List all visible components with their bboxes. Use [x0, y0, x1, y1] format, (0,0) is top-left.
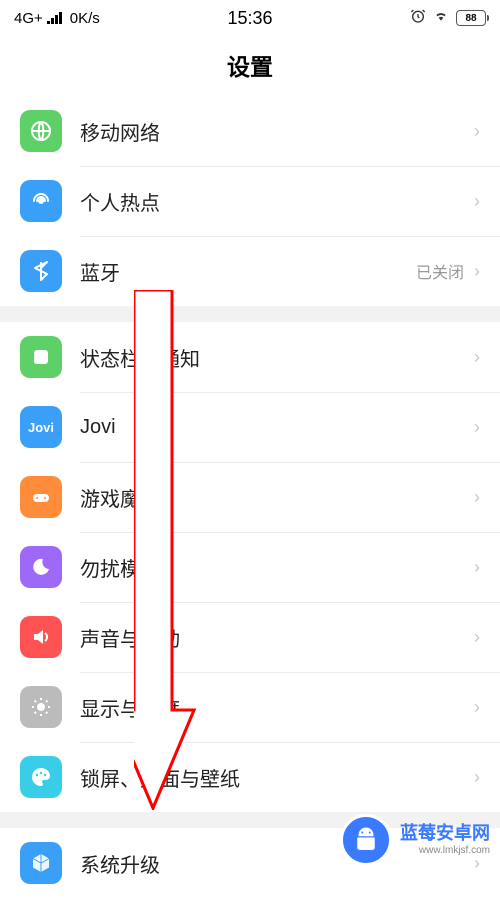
- item-label: 锁屏、桌面与壁纸: [80, 763, 474, 792]
- status-left: 4G+ 0K/s: [14, 10, 100, 27]
- game-box-item[interactable]: 游戏魔盒 ›: [0, 462, 500, 532]
- item-label: 个人热点: [80, 187, 474, 216]
- jovi-item[interactable]: Jovi Jovi ›: [0, 392, 500, 462]
- battery-icon: 88: [456, 10, 486, 26]
- clock: 15:36: [227, 8, 272, 29]
- wifi-icon: [432, 9, 450, 27]
- chevron-right-icon: ›: [474, 261, 480, 282]
- notification-icon: [20, 336, 62, 378]
- item-status: 已关闭: [416, 259, 464, 283]
- cube-icon: [20, 842, 62, 884]
- chevron-right-icon: ›: [474, 487, 480, 508]
- chevron-right-icon: ›: [474, 767, 480, 788]
- brightness-icon: [20, 686, 62, 728]
- globe-icon: [20, 110, 62, 152]
- sound-item[interactable]: 声音与振动 ›: [0, 602, 500, 672]
- sound-icon: [20, 616, 62, 658]
- network-speed: 0K/s: [70, 10, 100, 27]
- moon-icon: [20, 546, 62, 588]
- item-label: 声音与振动: [80, 623, 474, 652]
- settings-section-system: 状态栏与通知 › Jovi Jovi › 游戏魔盒 › 勿扰模式 › 声音与振动…: [0, 322, 500, 812]
- palette-icon: [20, 756, 62, 798]
- network-type: 4G+: [14, 10, 43, 27]
- display-item[interactable]: 显示与亮度 ›: [0, 672, 500, 742]
- item-label: 游戏魔盒: [80, 483, 474, 512]
- item-label: 勿扰模式: [80, 553, 474, 582]
- page-title: 设置: [0, 36, 500, 96]
- chevron-right-icon: ›: [474, 557, 480, 578]
- dnd-item[interactable]: 勿扰模式 ›: [0, 532, 500, 602]
- chevron-right-icon: ›: [474, 627, 480, 648]
- settings-section-network: 移动网络 › 个人热点 › 蓝牙 已关闭 ›: [0, 96, 500, 306]
- hotspot-item[interactable]: 个人热点 ›: [0, 166, 500, 236]
- chevron-right-icon: ›: [474, 417, 480, 438]
- item-label: 显示与亮度: [80, 693, 474, 722]
- jovi-icon: Jovi: [20, 406, 62, 448]
- watermark: 蓝莓安卓网 www.lmkjsf.com: [340, 814, 490, 866]
- android-icon: [340, 814, 392, 866]
- hotspot-icon: [20, 180, 62, 222]
- chevron-right-icon: ›: [474, 191, 480, 212]
- status-bar: 4G+ 0K/s 15:36 88: [0, 0, 500, 36]
- item-label: 移动网络: [80, 117, 474, 146]
- item-label: 蓝牙: [80, 257, 416, 286]
- watermark-text: 蓝莓安卓网 www.lmkjsf.com: [400, 823, 490, 857]
- item-label: 状态栏与通知: [80, 343, 474, 372]
- chevron-right-icon: ›: [474, 347, 480, 368]
- item-label: Jovi: [80, 416, 474, 439]
- alarm-icon: [410, 8, 426, 28]
- mobile-network-item[interactable]: 移动网络 ›: [0, 96, 500, 166]
- status-right: 88: [410, 8, 486, 28]
- chevron-right-icon: ›: [474, 697, 480, 718]
- bluetooth-item[interactable]: 蓝牙 已关闭 ›: [0, 236, 500, 306]
- signal-icon: [47, 12, 62, 24]
- chevron-right-icon: ›: [474, 121, 480, 142]
- lockscreen-wallpaper-item[interactable]: 锁屏、桌面与壁纸 ›: [0, 742, 500, 812]
- bluetooth-icon: [20, 250, 62, 292]
- gamepad-icon: [20, 476, 62, 518]
- statusbar-notification-item[interactable]: 状态栏与通知 ›: [0, 322, 500, 392]
